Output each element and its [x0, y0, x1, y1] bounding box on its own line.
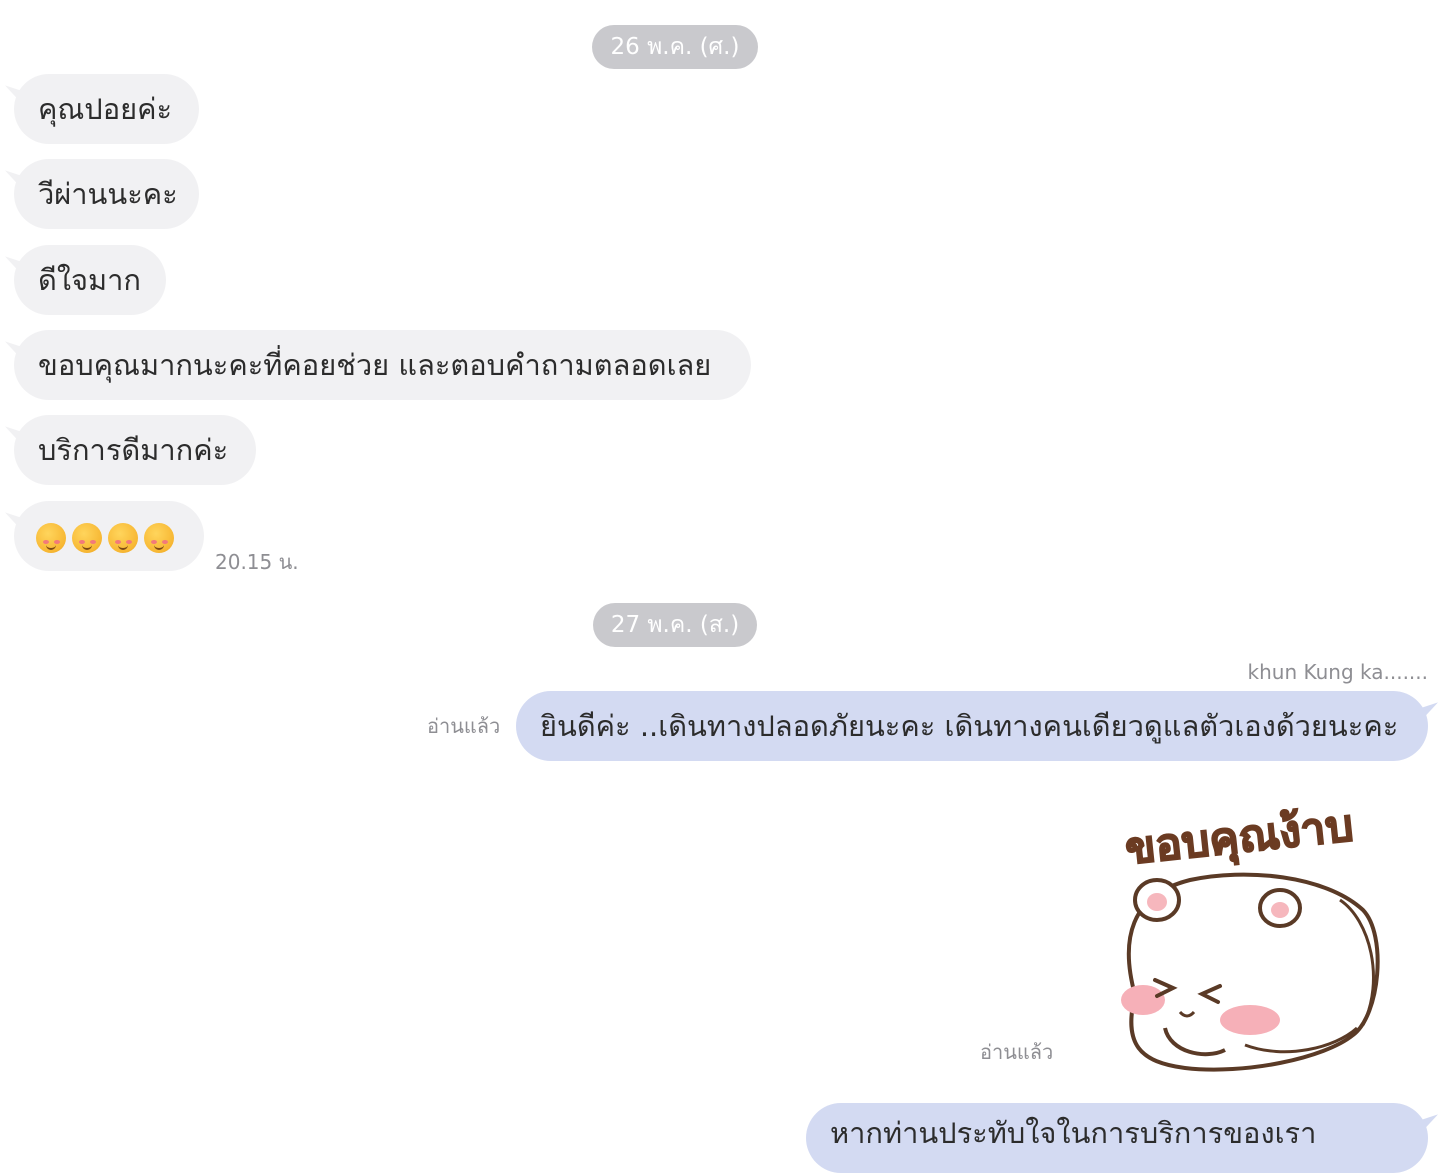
- thank-you-bear-sticker[interactable]: ขอบคุณง้าบ: [1095, 790, 1385, 1080]
- read-receipt: อ่านแล้ว: [427, 714, 501, 738]
- incoming-message[interactable]: วีผ่านนะคะ: [14, 159, 199, 229]
- smiling-face-with-hearts-icon: [144, 523, 174, 553]
- message-time: 20.15 น.: [215, 550, 299, 574]
- smiling-face-with-hearts-icon: [108, 523, 138, 553]
- date-separator: 26 พ.ค. (ศ.): [592, 25, 758, 69]
- incoming-emoji-message[interactable]: [14, 501, 204, 571]
- incoming-message[interactable]: ขอบคุณมากนะคะที่คอยช่วย และตอบคำถามตลอดเ…: [14, 330, 751, 400]
- sticker-caption: ขอบคุณง้าบ: [1123, 800, 1356, 877]
- outgoing-message-partial[interactable]: หากท่านประทับใจในการบริการของเรา: [806, 1103, 1428, 1173]
- incoming-message[interactable]: บริการดีมากค่ะ: [14, 415, 256, 485]
- smiling-face-with-hearts-icon: [36, 523, 66, 553]
- outgoing-message[interactable]: ยินดีค่ะ ..เดินทางปลอดภัยนะคะ เดินทางคนเ…: [516, 691, 1428, 761]
- incoming-message[interactable]: ดีใจมาก: [14, 245, 166, 315]
- date-separator: 27 พ.ค. (ส.): [593, 603, 757, 647]
- read-receipt: อ่านแล้ว: [980, 1040, 1054, 1064]
- incoming-message[interactable]: คุณปอยค่ะ: [14, 74, 199, 144]
- smiling-face-with-hearts-icon: [72, 523, 102, 553]
- sender-name: khun Kung ka.......: [1247, 660, 1428, 684]
